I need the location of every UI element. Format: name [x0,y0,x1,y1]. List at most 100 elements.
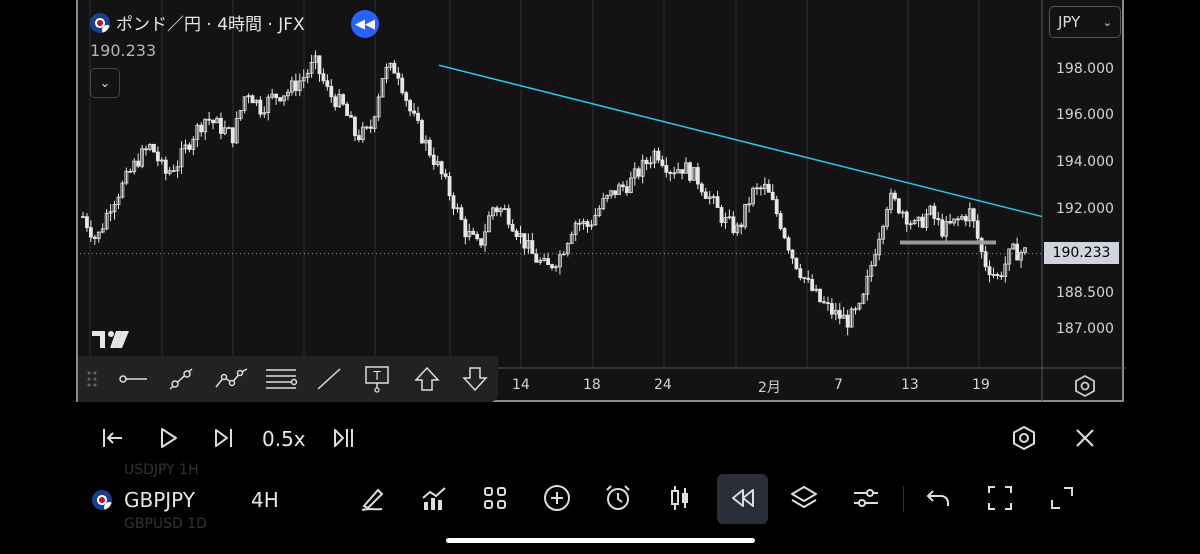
settings-sliders-icon[interactable] [850,482,882,514]
replay-rewind-icon[interactable]: ◀◀ [351,10,379,38]
candle-body [794,257,799,270]
indicators-icon[interactable] [418,482,450,514]
undo-icon[interactable] [922,482,954,514]
candle-body [585,221,590,227]
candlestick-chart[interactable] [78,0,1126,402]
app-window: ポンド／円 · 4時間 · JFX ◀◀ 190.233 ⌄ JPY ⌄ 198… [76,0,1126,532]
candle-body [987,266,992,276]
x-axis-label: 13 [901,377,919,393]
trend-line[interactable] [438,64,1043,218]
candle-body [412,110,416,114]
text-tool-icon[interactable]: T [362,365,392,393]
candle-body [443,173,448,177]
ghost-symbol-above: USDJPY 1H [124,462,199,478]
expand-icon[interactable] [1046,482,1078,514]
candle-body [644,159,649,165]
candle-body [345,103,349,116]
candle-body [171,170,176,173]
pen-draw-icon[interactable] [356,482,388,514]
candle-body [798,268,803,278]
trend-line-icon[interactable] [166,365,196,393]
candle-body [353,116,357,136]
candle-body [774,199,779,215]
fullscreen-icon[interactable] [984,482,1016,514]
candle-body [427,139,432,156]
replay-speed[interactable]: 0.5x [262,427,306,451]
select-start-icon[interactable] [98,424,126,452]
candle-body [475,233,480,240]
replay-rewind-icon[interactable] [727,482,759,514]
candle-body [514,230,519,237]
timeframe-button[interactable]: 4H [251,488,279,512]
add-icon[interactable] [541,482,573,514]
gbp-flag-icon [92,490,112,510]
candle-body [613,190,617,195]
candle-body [810,278,815,291]
candle-body [534,253,539,263]
grid-layout-icon[interactable] [479,482,511,514]
horizontal-ray-icon[interactable] [118,365,148,393]
candle-body [400,77,405,94]
candle-body [226,127,231,130]
candle-body [451,195,456,209]
candle-body [999,275,1004,278]
candle-body [668,171,673,174]
chart-area[interactable]: ポンド／円 · 4時間 · JFX ◀◀ 190.233 ⌄ JPY ⌄ 198… [76,0,1126,402]
replay-settings-icon[interactable] [1010,424,1038,452]
candles-icon[interactable] [664,482,696,514]
candle-body [325,80,330,87]
candle-body [199,124,204,133]
candle-body [719,207,724,223]
arrow-down-icon[interactable] [460,365,490,393]
x-axis-label: 2月 [758,380,781,396]
candle-body [420,120,424,144]
close-icon[interactable] [1071,424,1099,452]
alarm-clock-icon[interactable] [602,482,634,514]
candle-body [333,96,338,108]
drag-handle-icon[interactable] [84,365,100,393]
symbol-button[interactable]: GBPJPY [124,488,195,512]
candle-body [695,167,700,185]
candle-body [731,216,736,234]
currency-select[interactable]: JPY ⌄ [1049,6,1121,38]
candle-body [329,86,334,98]
fib-retracement-icon[interactable] [264,365,298,393]
candle-body [936,218,941,221]
y-axis-label: 188.500 [1056,285,1114,301]
candle-body [250,95,255,104]
play-icon[interactable] [154,424,182,452]
candle-body [293,80,298,91]
candle-body [979,237,984,253]
candle-body [219,118,223,134]
candle-body [636,168,641,177]
candle-body [187,144,192,150]
candle-body [940,219,945,237]
arrow-up-icon[interactable] [412,365,442,393]
replay-controls: 0.5x [76,402,1124,472]
drawing-toolbar: T [78,356,498,402]
candle-body [92,236,97,239]
candle-body [494,207,499,213]
layers-icon[interactable] [788,482,820,514]
symbol-title[interactable]: ポンド／円 · 4時間 · JFX [90,10,305,35]
candle-body [155,151,160,162]
jump-to-realtime-icon[interactable] [330,424,358,452]
candle-body [341,94,346,105]
x-axis-label: 18 [583,377,601,393]
candle-body [404,92,409,101]
y-axis-label: 194.000 [1056,154,1114,170]
step-forward-icon[interactable] [210,424,238,452]
candle-body [459,207,464,220]
candle-body [471,230,476,235]
candle-body [759,187,763,190]
candle-body [956,218,960,221]
candle-body [963,216,968,222]
candle-body [688,162,692,181]
candle-body [896,198,901,214]
candle-body [479,238,483,246]
collapse-legend-button[interactable]: ⌄ [90,68,120,98]
line-segment-icon[interactable] [314,365,344,393]
axis-settings-icon[interactable] [1073,374,1097,398]
candle-body [971,208,976,222]
path-tool-icon[interactable] [214,365,248,393]
